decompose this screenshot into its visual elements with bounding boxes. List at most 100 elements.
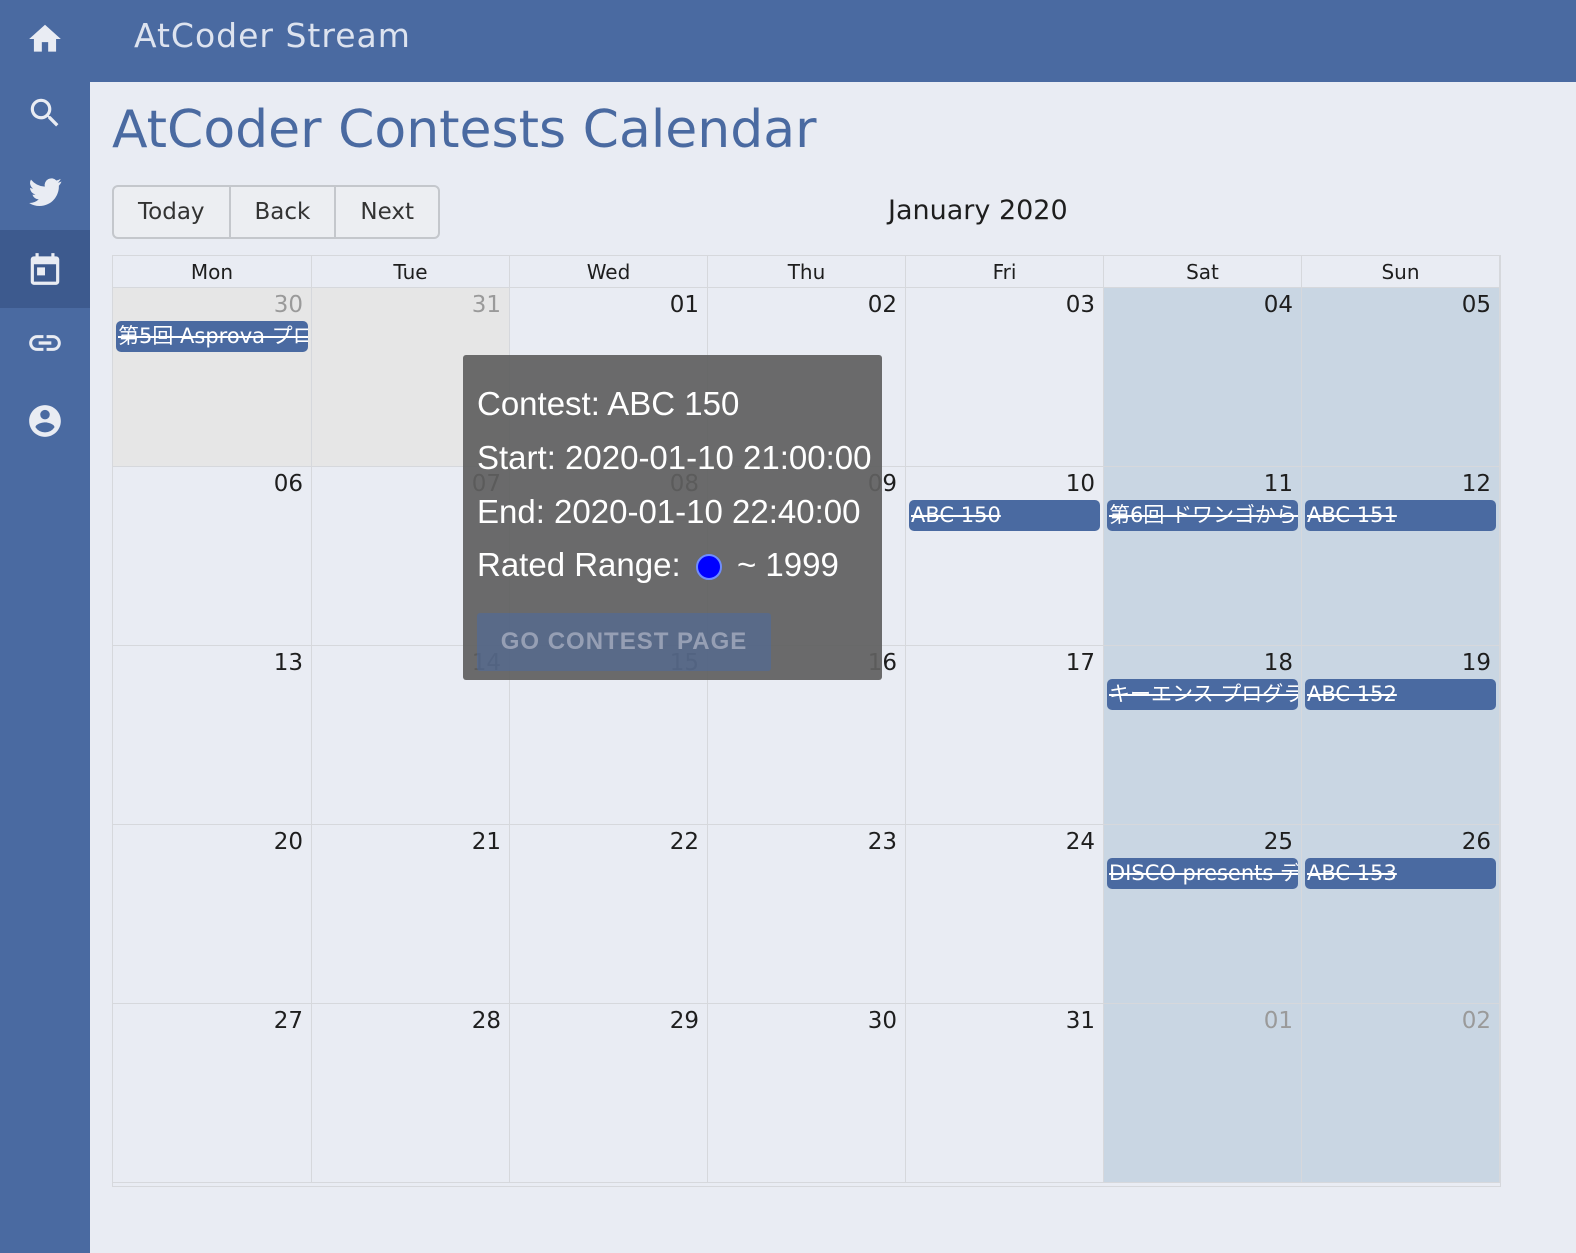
popup-contest: Contest: ABC 150 <box>477 385 740 422</box>
nav-calendar[interactable] <box>0 230 90 308</box>
day-number: 12 <box>1461 471 1491 497</box>
back-button[interactable]: Back <box>231 187 337 237</box>
day-number: 18 <box>1263 650 1293 676</box>
day-cell[interactable]: 27 <box>113 1004 312 1183</box>
calendar-icon <box>30 253 60 285</box>
weekday-header: Wed <box>510 256 708 288</box>
day-number: 29 <box>669 1008 699 1034</box>
day-number: 22 <box>669 829 699 855</box>
nav-twitter[interactable] <box>0 152 90 230</box>
sidebar <box>0 0 90 1253</box>
nav-search[interactable] <box>0 74 90 152</box>
weekday-header: Fri <box>906 256 1104 288</box>
link-icon <box>29 335 61 351</box>
today-button[interactable]: Today <box>114 187 231 237</box>
day-cell[interactable]: 30 <box>708 1004 906 1183</box>
day-cell[interactable]: 20 <box>113 825 312 1004</box>
day-number: 01 <box>669 292 699 318</box>
weekday-header: Sat <box>1104 256 1302 288</box>
contest-event[interactable]: 第5回 Asprova プログラミングコンテスト <box>116 321 308 352</box>
day-number: 21 <box>471 829 501 855</box>
day-number: 28 <box>471 1008 501 1034</box>
contest-event[interactable]: DISCO presents ディスカバリーチャンネル <box>1107 858 1298 889</box>
day-cell[interactable]: 28 <box>312 1004 510 1183</box>
weekday-header: Thu <box>708 256 906 288</box>
day-number: 20 <box>273 829 303 855</box>
day-cell[interactable]: 06 <box>113 467 312 646</box>
day-number: 25 <box>1263 829 1293 855</box>
weekday-header-row: Mon Tue Wed Thu Fri Sat Sun <box>113 256 1500 288</box>
contest-event[interactable]: ABC 152 <box>1305 679 1496 710</box>
home-icon <box>29 24 61 52</box>
day-number: 30 <box>273 292 303 318</box>
account-icon <box>29 405 61 437</box>
calendar-nav-buttons: Today Back Next <box>112 185 440 239</box>
day-number: 26 <box>1461 829 1491 855</box>
day-cell[interactable]: 29 <box>510 1004 708 1183</box>
day-cell[interactable]: 30 第5回 Asprova プログラミングコンテスト <box>113 288 312 467</box>
contest-event[interactable]: 第6回 ドワンゴからの挑戦状 <box>1107 500 1298 531</box>
day-number: 24 <box>1065 829 1095 855</box>
day-cell[interactable]: 26 ABC 153 <box>1302 825 1500 1004</box>
day-number: 23 <box>867 829 897 855</box>
next-button[interactable]: Next <box>336 187 438 237</box>
day-number: 17 <box>1065 650 1095 676</box>
day-cell[interactable]: 05 <box>1302 288 1500 467</box>
day-cell[interactable]: 10 ABC 150 <box>906 467 1104 646</box>
day-cell[interactable]: 31 <box>906 1004 1104 1183</box>
day-cell[interactable]: 11 第6回 ドワンゴからの挑戦状 <box>1104 467 1302 646</box>
app-title[interactable]: AtCoder Stream <box>134 16 411 55</box>
go-contest-page-button[interactable]: GO CONTEST PAGE <box>477 613 771 671</box>
day-number: 10 <box>1065 471 1095 497</box>
rating-color-icon <box>695 554 722 581</box>
day-cell[interactable]: 02 <box>1302 1004 1500 1183</box>
contest-popup: Contest: ABC 150 Start: 2020-01-10 21:00… <box>463 355 882 680</box>
day-cell[interactable]: 23 <box>708 825 906 1004</box>
contest-event[interactable]: ABC 151 <box>1305 500 1496 531</box>
month-label: January 2020 <box>888 195 1068 226</box>
popup-end: End: 2020-01-10 22:40:00 <box>477 493 861 530</box>
nav-account[interactable] <box>0 382 90 460</box>
day-number: 27 <box>273 1008 303 1034</box>
day-number: 01 <box>1263 1008 1293 1034</box>
weekday-header: Mon <box>113 256 312 288</box>
week-row: 202122232425DISCO presents ディスカバリーチャンネル2… <box>113 825 1500 1004</box>
search-icon <box>30 98 59 127</box>
day-cell[interactable]: 17 <box>906 646 1104 825</box>
weekday-header: Sun <box>1302 256 1500 288</box>
popup-start: Start: 2020-01-10 21:00:00 <box>477 439 872 476</box>
day-number: 19 <box>1461 650 1491 676</box>
week-row: 27 28 29 30 31 01 02 <box>113 1004 1500 1183</box>
nav-home[interactable] <box>0 0 90 78</box>
day-number: 02 <box>867 292 897 318</box>
day-cell[interactable]: 25 DISCO presents ディスカバリーチャンネル <box>1104 825 1302 1004</box>
day-cell[interactable]: 22 <box>510 825 708 1004</box>
rated-range-value: ~ 1999 <box>736 546 839 583</box>
day-number: 31 <box>1065 1008 1095 1034</box>
day-number: 02 <box>1461 1008 1491 1034</box>
day-cell[interactable]: 18 キーエンス プログラミング コンテスト <box>1104 646 1302 825</box>
day-cell[interactable]: 04 <box>1104 288 1302 467</box>
day-cell[interactable]: 03 <box>906 288 1104 467</box>
twitter-icon <box>29 178 62 206</box>
day-number: 13 <box>273 650 303 676</box>
day-cell[interactable]: 21 <box>312 825 510 1004</box>
page-title: AtCoder Contests Calendar <box>112 100 817 160</box>
day-cell[interactable]: 24 <box>906 825 1104 1004</box>
contest-event[interactable]: キーエンス プログラミング コンテスト <box>1107 679 1298 710</box>
day-cell[interactable]: 01 <box>1104 1004 1302 1183</box>
contest-event[interactable]: ABC 150 <box>909 500 1100 531</box>
day-number: 04 <box>1263 292 1293 318</box>
popup-rated-range: Rated Range: ~ 1999 <box>477 546 839 584</box>
day-cell[interactable]: 19 ABC 152 <box>1302 646 1500 825</box>
day-number: 03 <box>1065 292 1095 318</box>
nav-links[interactable] <box>0 304 90 382</box>
contest-event[interactable]: ABC 153 <box>1305 858 1496 889</box>
day-number: 05 <box>1461 292 1491 318</box>
day-number: 11 <box>1263 471 1293 497</box>
rated-range-label: Rated Range: <box>477 546 681 583</box>
day-number: 06 <box>273 471 303 497</box>
day-cell[interactable]: 12 ABC 151 <box>1302 467 1500 646</box>
app-header: AtCoder Stream <box>90 0 1576 82</box>
day-cell[interactable]: 13 <box>113 646 312 825</box>
